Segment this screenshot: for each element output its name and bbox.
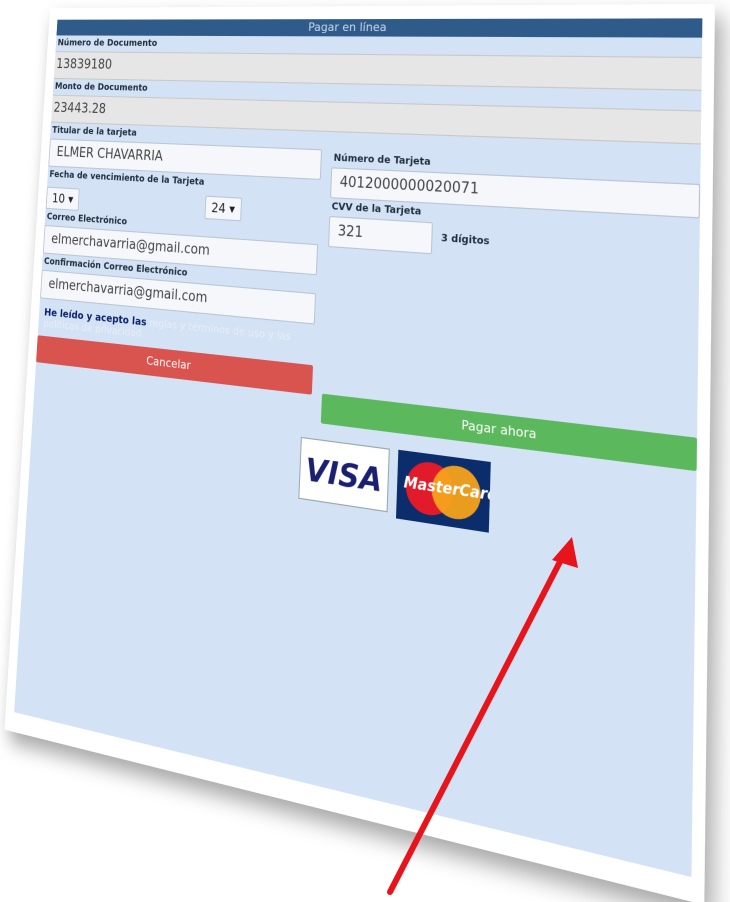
red-pointer-arrow-icon: [0, 0, 730, 897]
